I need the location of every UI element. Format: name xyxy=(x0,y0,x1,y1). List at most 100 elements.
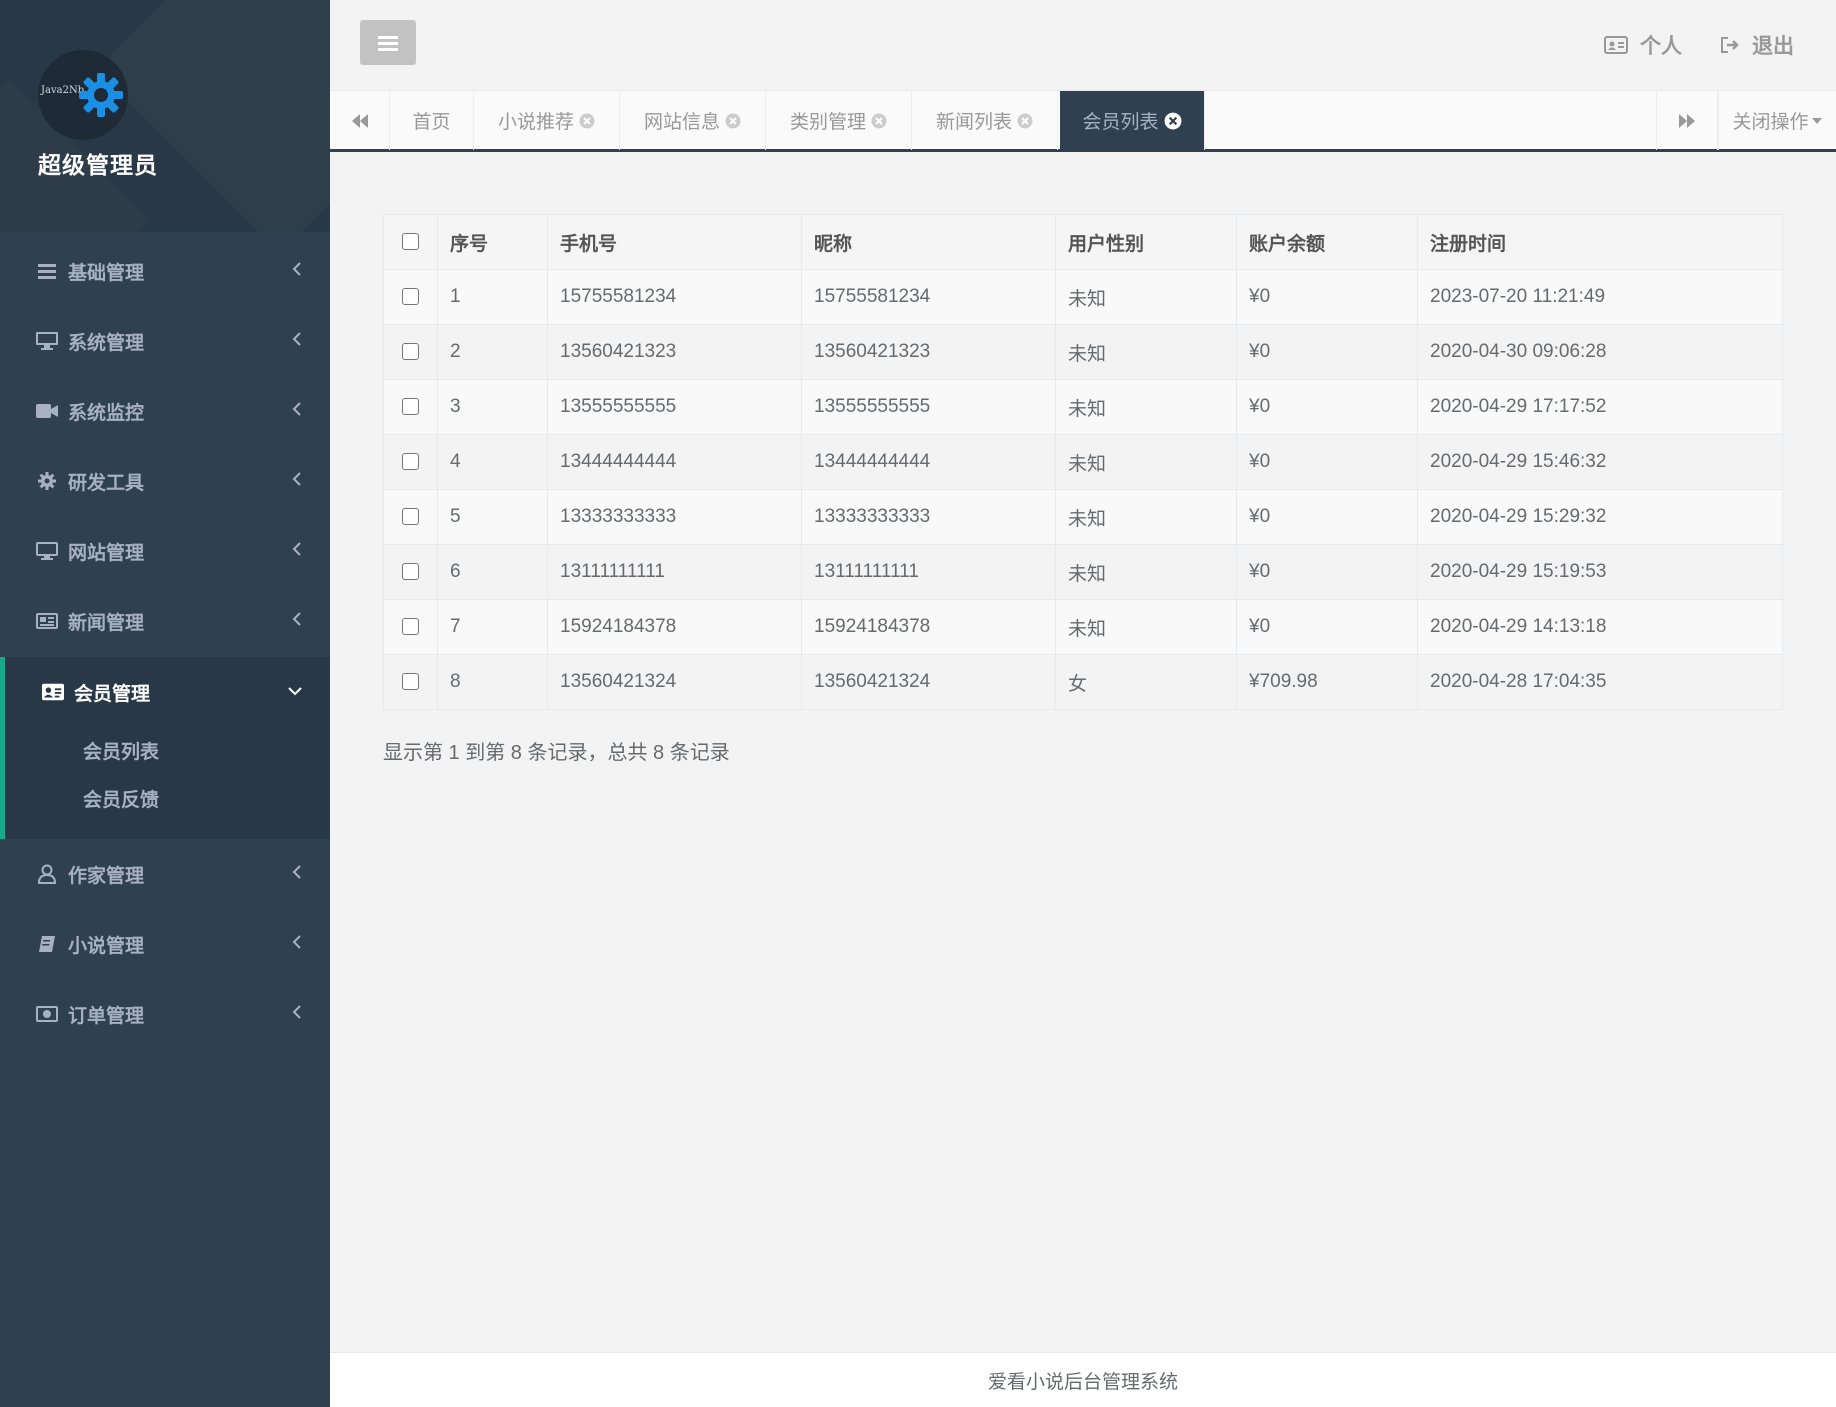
tab-news-list[interactable]: 新闻列表 xyxy=(912,91,1058,150)
select-all-checkbox[interactable] xyxy=(402,233,419,251)
table-row[interactable]: 4 13444444444 13444444444 未知 ¥0 2020-04-… xyxy=(383,434,1783,490)
table-row[interactable]: 7 15924184378 15924184378 未知 ¥0 2020-04-… xyxy=(383,599,1783,655)
close-circle-icon[interactable] xyxy=(1164,112,1182,130)
column-header[interactable]: 序号 xyxy=(437,214,548,270)
tab-novel-recommend[interactable]: 小说推荐 xyxy=(474,91,620,150)
close-ops-label: 关闭操作 xyxy=(1732,112,1809,133)
column-header[interactable]: 账户余额 xyxy=(1236,214,1418,270)
logout-link[interactable]: 退出 xyxy=(1720,30,1794,60)
row-select-cell xyxy=(383,379,438,435)
tab-home[interactable]: 首页 xyxy=(390,91,474,150)
table-row[interactable]: 8 13560421324 13560421324 女 ¥709.98 2020… xyxy=(383,654,1783,710)
cell-index: 3 xyxy=(437,379,548,435)
member-table-container: 序号 手机号 昵称 用户性别 账户余额 注册时间 1 15755581234 1… xyxy=(383,214,1783,710)
menu-item-label: 新闻管理 xyxy=(68,612,145,634)
close-operations-dropdown[interactable]: 关闭操作 xyxy=(1718,91,1836,150)
sign-out-icon xyxy=(1721,37,1739,53)
cell-gender: 女 xyxy=(1055,654,1237,710)
menu-item-monitor[interactable]: 系统监控 xyxy=(0,376,330,446)
tabs-bar: 首页 小说推荐 网站信息 类别管理 新闻列表 会员列表 关闭操作 xyxy=(330,90,1836,152)
menu-item-news[interactable]: 新闻管理 xyxy=(0,586,330,656)
row-checkbox[interactable] xyxy=(402,343,419,361)
cell-phone: 13560421323 xyxy=(547,324,802,380)
table-row[interactable]: 2 13560421323 13560421323 未知 ¥0 2020-04-… xyxy=(383,324,1783,380)
profile-link[interactable]: 个人 xyxy=(1604,30,1682,60)
row-checkbox[interactable] xyxy=(402,508,419,526)
menu-item-basic[interactable]: 基础管理 xyxy=(0,236,330,306)
row-checkbox[interactable] xyxy=(402,398,419,416)
avatar[interactable]: Java2Nb xyxy=(38,50,128,140)
menu-item-label: 系统监控 xyxy=(68,402,145,424)
id-card-icon xyxy=(42,683,64,701)
row-select-cell xyxy=(383,434,438,490)
cell-phone: 15755581234 xyxy=(547,269,802,325)
close-circle-icon[interactable] xyxy=(579,113,595,129)
sidebar: Java2Nb 超级管理员 基础管理 系统管理 系统监控 研发工具 网站管理 新… xyxy=(0,0,330,1407)
tabs-scroll-right-button[interactable] xyxy=(1656,91,1718,150)
tab-label: 小说推荐 xyxy=(497,112,574,133)
footer: 爱看小说后台管理系统 xyxy=(330,1352,1836,1407)
cell-phone: 13333333333 xyxy=(547,489,802,545)
footer-text: 爱看小说后台管理系统 xyxy=(987,1371,1178,1393)
row-checkbox[interactable] xyxy=(402,563,419,581)
close-circle-icon[interactable] xyxy=(1017,113,1033,129)
column-header[interactable]: 用户性别 xyxy=(1055,214,1237,270)
cell-nickname: 15924184378 xyxy=(801,599,1056,655)
menu-item-devtools[interactable]: 研发工具 xyxy=(0,446,330,516)
row-select-cell xyxy=(383,269,438,325)
menu-item-website[interactable]: 网站管理 xyxy=(0,516,330,586)
close-circle-icon[interactable] xyxy=(871,113,887,129)
menu-item-order[interactable]: 订单管理 xyxy=(0,979,330,1049)
chevron-left-icon xyxy=(292,472,301,486)
menu-item-label: 研发工具 xyxy=(68,472,145,494)
row-checkbox[interactable] xyxy=(402,673,419,691)
tab-label: 新闻列表 xyxy=(935,112,1012,133)
cell-index: 1 xyxy=(437,269,548,325)
user-icon xyxy=(36,864,58,884)
cell-gender: 未知 xyxy=(1055,489,1237,545)
submenu-member-feedback[interactable]: 会员反馈 xyxy=(83,785,159,812)
row-checkbox[interactable] xyxy=(402,288,419,306)
column-header[interactable]: 昵称 xyxy=(801,214,1056,270)
cell-register-time: 2020-04-29 15:46:32 xyxy=(1417,434,1783,490)
double-chevron-left-icon xyxy=(351,113,368,128)
cog-icon xyxy=(36,472,58,490)
cell-register-time: 2020-04-30 09:06:28 xyxy=(1417,324,1783,380)
cell-phone: 13560421324 xyxy=(547,654,802,710)
menu-item-system[interactable]: 系统管理 xyxy=(0,306,330,376)
tab-site-info[interactable]: 网站信息 xyxy=(620,91,766,150)
table-row[interactable]: 6 13111111111 13111111111 未知 ¥0 2020-04-… xyxy=(383,544,1783,600)
row-select-cell xyxy=(383,544,438,600)
menu-item-label: 订单管理 xyxy=(68,1005,145,1027)
tabs-scroll-left-button[interactable] xyxy=(330,91,390,150)
select-all-cell xyxy=(383,214,438,270)
bars-icon xyxy=(378,35,398,51)
column-header[interactable]: 注册时间 xyxy=(1417,214,1783,270)
menu-item-novel[interactable]: 小说管理 xyxy=(0,909,330,979)
sidebar-toggle-button[interactable] xyxy=(360,20,416,65)
table-row[interactable]: 5 13333333333 13333333333 未知 ¥0 2020-04-… xyxy=(383,489,1783,545)
tab-category[interactable]: 类别管理 xyxy=(766,91,912,150)
admin-name[interactable]: 超级管理员 xyxy=(38,146,158,180)
close-circle-icon[interactable] xyxy=(725,113,741,129)
cell-register-time: 2020-04-29 14:13:18 xyxy=(1417,599,1783,655)
top-navbar: 个人 退出 xyxy=(330,0,1836,90)
menu-item-author[interactable]: 作家管理 xyxy=(0,839,330,909)
tab-member-list[interactable]: 会员列表 xyxy=(1060,91,1205,150)
cell-nickname: 13560421323 xyxy=(801,324,1056,380)
menu-item-label: 小说管理 xyxy=(68,935,145,957)
row-checkbox[interactable] xyxy=(402,453,419,471)
table-row[interactable]: 1 15755581234 15755581234 未知 ¥0 2023-07-… xyxy=(383,269,1783,325)
column-header[interactable]: 手机号 xyxy=(547,214,802,270)
menu-item-member[interactable]: 会员管理 xyxy=(0,657,330,727)
menu-item-label: 网站管理 xyxy=(68,542,145,564)
cell-index: 6 xyxy=(437,544,548,600)
submenu-member-list[interactable]: 会员列表 xyxy=(83,737,159,764)
cell-index: 4 xyxy=(437,434,548,490)
table-row[interactable]: 3 13555555555 13555555555 未知 ¥0 2020-04-… xyxy=(383,379,1783,435)
row-checkbox[interactable] xyxy=(402,618,419,636)
cell-register-time: 2020-04-29 15:19:53 xyxy=(1417,544,1783,600)
logout-label: 退出 xyxy=(1752,35,1794,58)
tab-label: 网站信息 xyxy=(643,112,720,133)
cell-gender: 未知 xyxy=(1055,599,1237,655)
